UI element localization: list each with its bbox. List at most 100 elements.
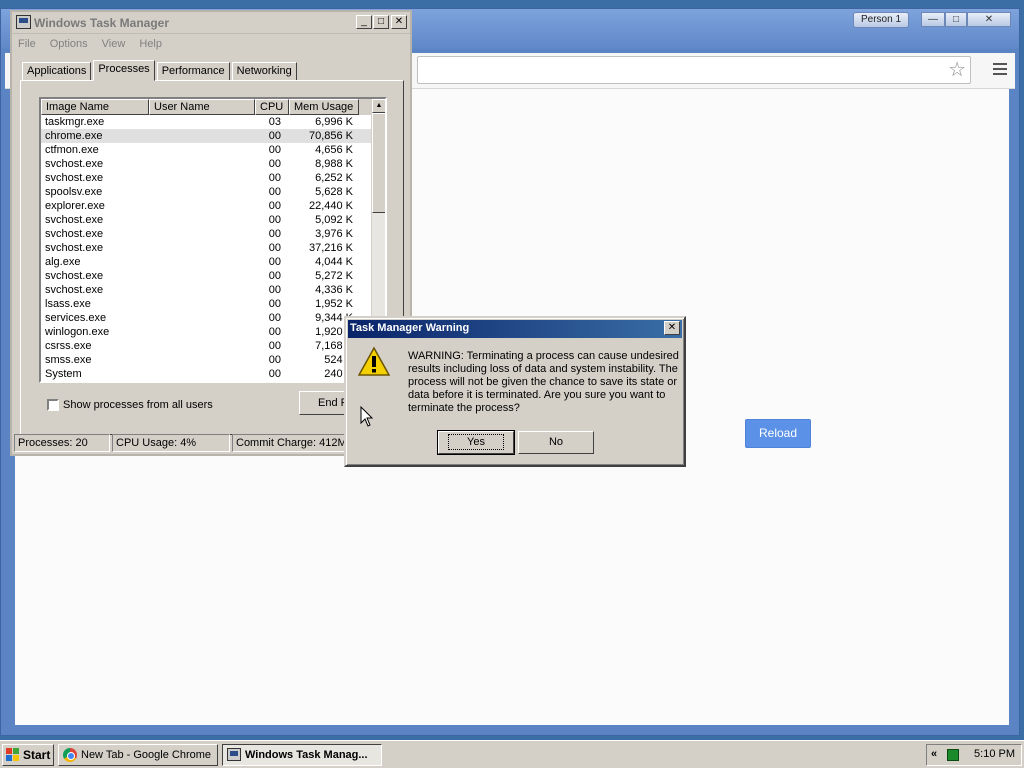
maximize-button[interactable]: □ — [373, 15, 389, 29]
table-row[interactable]: svchost.exe 00 6,252 K — [41, 171, 385, 185]
process-cpu: 00 — [268, 214, 281, 226]
maximize-button[interactable]: □ — [945, 12, 967, 27]
table-row[interactable]: services.exe 00 9,344 K — [41, 311, 385, 325]
table-row[interactable]: chrome.exe 00 70,856 K — [41, 129, 385, 143]
process-cpu: 00 — [268, 172, 281, 184]
process-cpu: 00 — [268, 326, 281, 338]
taskbar-item-label: New Tab - Google Chrome — [81, 749, 212, 761]
process-cpu: 00 — [268, 186, 281, 198]
minimize-button[interactable]: _ — [356, 15, 372, 29]
process-user — [149, 185, 255, 199]
process-cpu: 03 — [268, 116, 281, 128]
table-row[interactable]: winlogon.exe 00 1,920 K — [41, 325, 385, 339]
task-manager-icon — [16, 15, 31, 29]
table-row[interactable]: csrss.exe 00 7,168 K — [41, 339, 385, 353]
process-name: explorer.exe — [45, 200, 105, 212]
tab-performance[interactable]: Performance — [156, 62, 230, 81]
process-mem: 6,996 K — [315, 116, 353, 128]
yes-button[interactable]: Yes — [437, 430, 515, 455]
process-name: svchost.exe — [45, 242, 104, 254]
process-name: System — [45, 368, 82, 380]
task-manager-tray-icon[interactable] — [947, 749, 959, 761]
menu-help[interactable]: Help — [139, 36, 162, 54]
close-button[interactable]: ✕ — [391, 15, 407, 29]
dialog-message: WARNING: Terminating a process can cause… — [408, 350, 679, 414]
table-row[interactable]: svchost.exe 00 5,092 K — [41, 213, 385, 227]
table-row[interactable]: svchost.exe 00 5,272 K — [41, 269, 385, 283]
tab-processes[interactable]: Processes — [93, 60, 155, 81]
process-name: spoolsv.exe — [45, 186, 103, 198]
status-cpu-usage: CPU Usage: 4% — [112, 434, 230, 452]
table-row[interactable]: ctfmon.exe 00 4,656 K — [41, 143, 385, 157]
scroll-thumb[interactable] — [372, 113, 385, 213]
process-user — [149, 157, 255, 171]
process-user — [149, 115, 255, 129]
process-name: svchost.exe — [45, 284, 104, 296]
table-row[interactable]: svchost.exe 00 3,976 K — [41, 227, 385, 241]
no-button[interactable]: No — [518, 431, 594, 454]
column-user-name[interactable]: User Name — [149, 99, 255, 115]
process-user — [149, 227, 255, 241]
menu-view[interactable]: View — [102, 36, 126, 54]
scroll-up-icon[interactable]: ▲ — [372, 99, 385, 113]
process-cpu: 00 — [268, 368, 281, 380]
process-cpu: 00 — [268, 242, 281, 254]
process-user — [149, 339, 255, 353]
process-name: smss.exe — [45, 354, 92, 366]
mouse-cursor-icon — [360, 406, 374, 427]
chrome-icon — [63, 748, 77, 762]
show-all-users-checkbox[interactable] — [47, 399, 59, 411]
process-user — [149, 367, 255, 381]
show-all-users-option[interactable]: Show processes from all users — [47, 399, 213, 411]
table-row[interactable]: spoolsv.exe 00 5,628 K — [41, 185, 385, 199]
start-label: Start — [23, 748, 51, 762]
dialog-titlebar[interactable]: Task Manager Warning ✕ — [348, 320, 682, 338]
table-row[interactable]: lsass.exe 00 1,952 K — [41, 297, 385, 311]
process-user — [149, 171, 255, 185]
process-cpu: 00 — [268, 228, 281, 240]
process-list[interactable]: Image Name User Name CPU Mem Usage taskm… — [39, 97, 387, 383]
system-tray: « 5:10 PM — [926, 744, 1022, 766]
close-button[interactable]: ✕ — [967, 12, 1011, 27]
table-row[interactable]: taskmgr.exe 03 6,996 K — [41, 115, 385, 129]
list-header: Image Name User Name CPU Mem Usage — [41, 99, 385, 115]
process-name: services.exe — [45, 312, 107, 324]
minimize-button[interactable]: — — [921, 12, 945, 27]
column-image-name[interactable]: Image Name — [41, 99, 149, 115]
tab-applications[interactable]: Applications — [22, 62, 92, 81]
column-cpu[interactable]: CPU — [255, 99, 289, 115]
table-row[interactable]: svchost.exe 00 8,988 K — [41, 157, 385, 171]
process-user — [149, 255, 255, 269]
process-cpu: 00 — [268, 158, 281, 170]
task-manager-titlebar[interactable]: Windows Task Manager _ □ ✕ — [12, 12, 410, 34]
table-row[interactable]: explorer.exe 00 22,440 K — [41, 199, 385, 213]
dialog-close-button[interactable]: ✕ — [664, 321, 680, 335]
window-title: Windows Task Manager — [34, 16, 170, 30]
process-name: csrss.exe — [45, 340, 92, 352]
reload-button[interactable]: Reload — [745, 419, 811, 448]
taskbar-item-task-manager[interactable]: Windows Task Manag... — [222, 744, 382, 766]
process-cpu: 00 — [268, 270, 281, 282]
table-row[interactable]: alg.exe 00 4,044 K — [41, 255, 385, 269]
process-mem: 22,440 K — [308, 200, 353, 212]
table-row[interactable]: System 00 240 K — [41, 367, 385, 381]
tray-expand-icon[interactable]: « — [931, 748, 937, 760]
chrome-menu-icon[interactable] — [993, 63, 1007, 75]
profile-button[interactable]: Person 1 — [853, 12, 909, 28]
bookmark-star-icon[interactable]: ☆ — [948, 59, 966, 81]
process-mem: 37,216 K — [308, 242, 353, 254]
table-row[interactable]: svchost.exe 00 37,216 K — [41, 241, 385, 255]
process-name: taskmgr.exe — [45, 116, 105, 128]
table-row[interactable]: svchost.exe 00 4,336 K — [41, 283, 385, 297]
start-button[interactable]: Start — [2, 744, 54, 766]
process-cpu: 00 — [268, 284, 281, 296]
menu-file[interactable]: File — [18, 36, 36, 54]
address-bar[interactable]: ☆ — [417, 56, 971, 84]
process-cpu: 00 — [268, 200, 281, 212]
tab-networking[interactable]: Networking — [231, 62, 297, 81]
clock[interactable]: 5:10 PM — [974, 748, 1015, 760]
taskbar-item-chrome[interactable]: New Tab - Google Chrome — [58, 744, 218, 766]
table-row[interactable]: smss.exe 00 524 K — [41, 353, 385, 367]
menu-options[interactable]: Options — [50, 36, 88, 54]
column-mem-usage[interactable]: Mem Usage — [289, 99, 359, 115]
